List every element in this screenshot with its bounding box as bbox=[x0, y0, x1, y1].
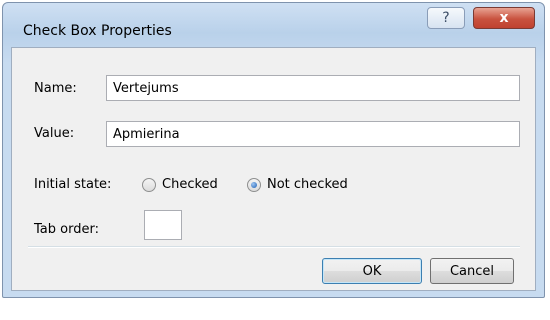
radio-checked-label[interactable]: Checked bbox=[162, 177, 218, 192]
cancel-button[interactable]: Cancel bbox=[430, 258, 514, 284]
name-input[interactable] bbox=[106, 75, 520, 101]
radio-checked-option[interactable] bbox=[142, 178, 156, 192]
title-bar: Check Box Properties ? x bbox=[3, 3, 544, 47]
initial-state-label: Initial state: bbox=[34, 177, 112, 192]
separator bbox=[28, 246, 520, 248]
value-input[interactable] bbox=[106, 121, 520, 147]
tab-order-label: Tab order: bbox=[34, 222, 99, 237]
name-label: Name: bbox=[34, 81, 77, 96]
value-label: Value: bbox=[34, 126, 75, 141]
dialog-window: Check Box Properties ? x Name: Value: In… bbox=[2, 2, 545, 298]
help-button[interactable]: ? bbox=[427, 7, 465, 29]
close-icon: x bbox=[499, 10, 509, 26]
close-button[interactable]: x bbox=[473, 7, 535, 29]
ok-button[interactable]: OK bbox=[322, 258, 422, 284]
tab-order-input[interactable] bbox=[144, 210, 182, 240]
dialog-title: Check Box Properties bbox=[23, 23, 172, 39]
radio-not-checked-option[interactable] bbox=[247, 178, 261, 192]
radio-not-checked-label[interactable]: Not checked bbox=[267, 177, 348, 192]
help-icon: ? bbox=[442, 10, 450, 26]
dialog-body: Name: Value: Initial state: Checked Not … bbox=[11, 47, 536, 291]
